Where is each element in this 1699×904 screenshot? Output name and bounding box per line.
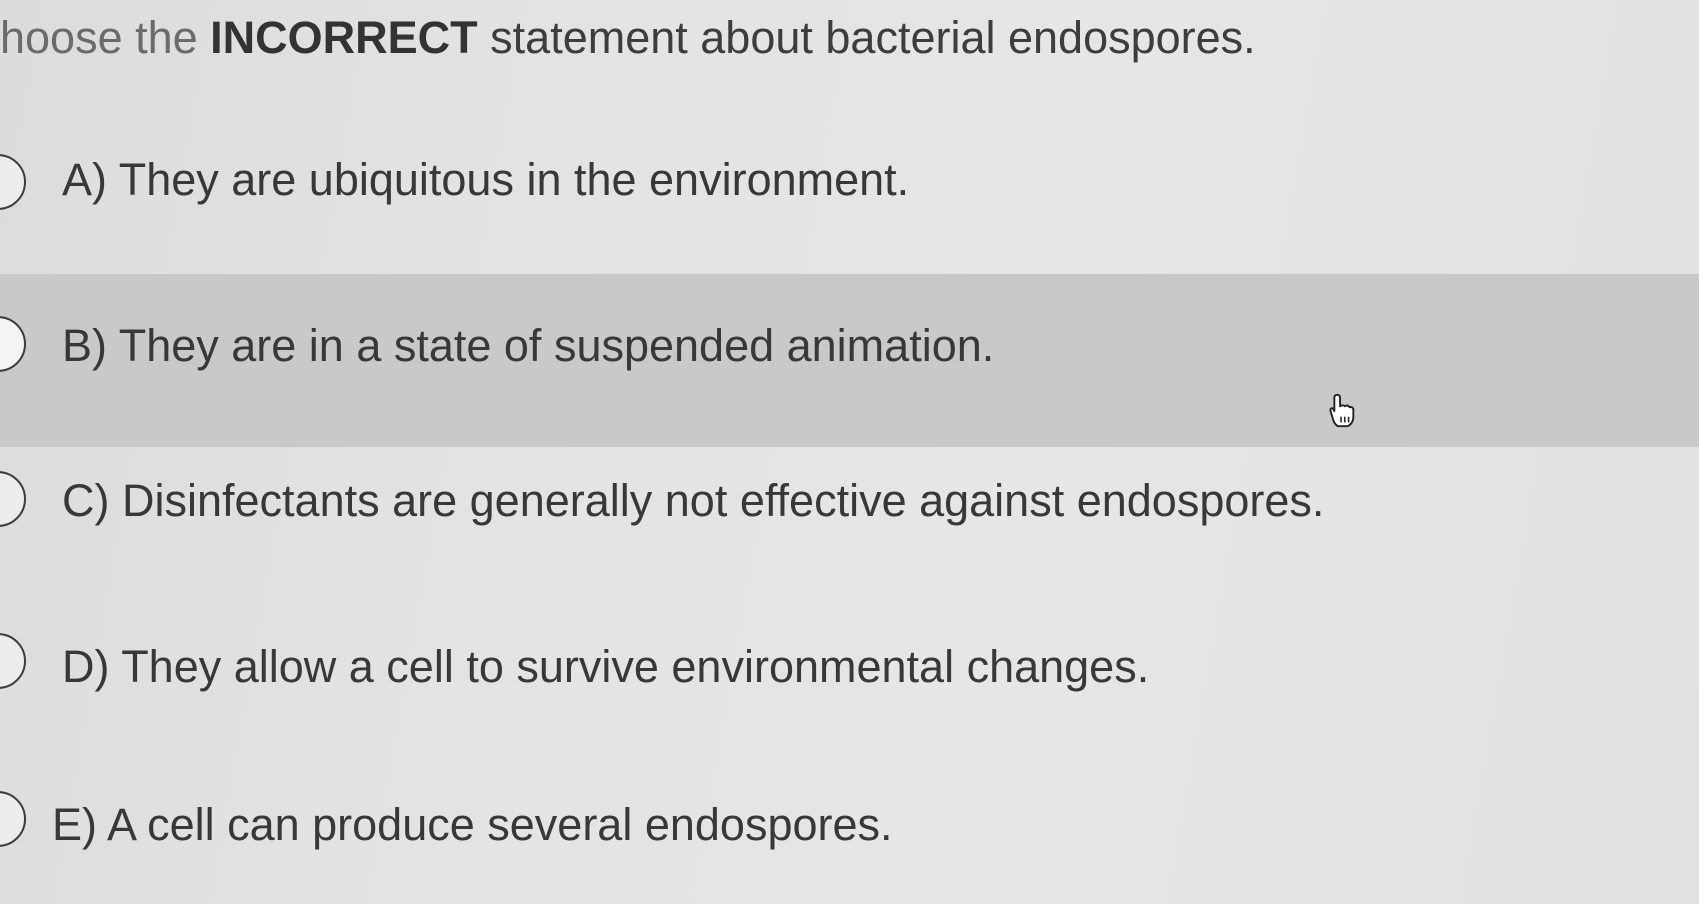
choice-text: They are in a state of suspended animati…	[118, 320, 995, 371]
choice-b[interactable]: B) They are in a state of suspended anim…	[0, 274, 1699, 447]
choice-letter: D)	[62, 641, 110, 692]
choice-text: They are ubiquitous in the environment.	[118, 154, 910, 205]
choice-letter: C)	[62, 475, 110, 526]
radio-button-icon[interactable]	[0, 791, 26, 847]
choice-d-label: D) They allow a cell to survive environm…	[62, 639, 1149, 695]
radio-button-icon[interactable]	[0, 633, 26, 689]
radio-button-icon[interactable]	[0, 316, 26, 372]
question-emphasis: INCORRECT	[210, 12, 478, 63]
radio-button-icon[interactable]	[0, 154, 26, 210]
choice-text: Disinfectants are generally not effectiv…	[122, 475, 1325, 526]
choice-b-label: B) They are in a state of suspended anim…	[62, 318, 994, 374]
choice-letter: A)	[62, 154, 107, 205]
choice-c-label: C) Disinfectants are generally not effec…	[62, 473, 1324, 529]
question-prompt: hoose the INCORRECT statement about bact…	[0, 10, 1256, 66]
choice-letter: B)	[62, 320, 107, 371]
question-prefix: hoose the	[0, 12, 211, 63]
question-suffix: statement about bacterial endospores.	[477, 12, 1256, 63]
choice-a-label: A) They are ubiquitous in the environmen…	[62, 152, 909, 208]
choice-text: They allow a cell to survive environment…	[121, 641, 1150, 692]
choice-text: A cell can produce several endospores.	[107, 799, 893, 850]
radio-button-icon[interactable]	[0, 471, 26, 527]
choice-letter: E)	[52, 799, 97, 850]
choice-a[interactable]: A) They are ubiquitous in the environmen…	[0, 124, 1699, 274]
choice-e-label: E) A cell can produce several endospores…	[52, 797, 893, 853]
choice-c[interactable]: C) Disinfectants are generally not effec…	[0, 447, 1699, 597]
choice-e[interactable]: E) A cell can produce several endospores…	[0, 757, 1699, 904]
hand-pointer-icon	[1329, 393, 1355, 428]
choice-d[interactable]: D) They allow a cell to survive environm…	[0, 597, 1699, 757]
